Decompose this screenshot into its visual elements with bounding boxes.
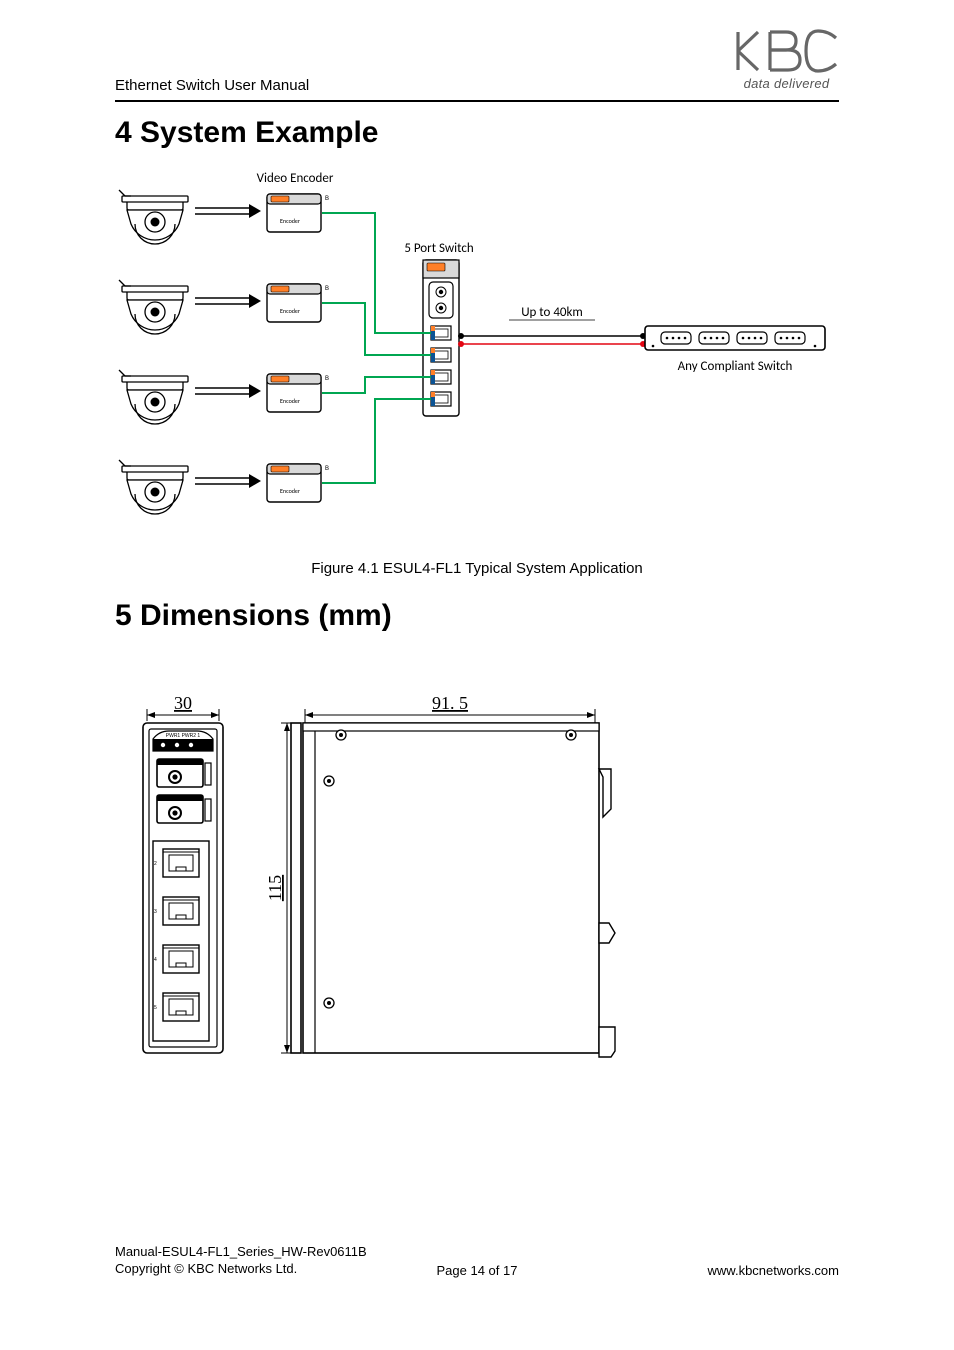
header-divider (115, 100, 839, 102)
dim-side-width: 91. 5 (432, 693, 468, 713)
footer-doc-id: Manual-ESUL4-FL1_Series_HW-Rev0611B (115, 1243, 367, 1261)
label-up-to-40km: Up to 40km (521, 305, 583, 320)
footer-page-number: Page 14 of 17 (115, 1263, 839, 1278)
section-5-heading: 5 Dimensions (mm) (115, 599, 839, 633)
svg-text:3: 3 (154, 909, 157, 915)
brand-logo: data delivered (724, 28, 849, 91)
encoder-label-3: Encoder (280, 397, 300, 405)
kbc-logo-icon (732, 28, 842, 74)
encoder-label-1: Encoder (280, 217, 300, 225)
rackmount-switch-icon (645, 326, 825, 350)
section-4-heading: 4 System Example (115, 116, 839, 150)
front-led-labels: PWR1 PWR2 1 (166, 733, 201, 739)
label-any-compliant-switch: Any Compliant Switch (678, 359, 793, 374)
figure-caption: Figure 4.1 ESUL4-FL1 Typical System Appl… (115, 560, 839, 577)
svg-text:4: 4 (154, 957, 157, 963)
label-5-port-switch: 5 Port Switch (404, 241, 473, 256)
header-title: Ethernet Switch User Manual (115, 77, 309, 94)
svg-text:B: B (325, 196, 329, 202)
svg-text:B: B (325, 466, 329, 472)
svg-text:B: B (325, 286, 329, 292)
dimensions-drawing: 30 PWR1 PWR2 1 (115, 673, 835, 1103)
svg-text:5: 5 (154, 1005, 157, 1011)
encoder-label-2: Encoder (280, 307, 300, 315)
page-footer: Manual-ESUL4-FL1_Series_HW-Rev0611B Copy… (115, 1243, 839, 1278)
dim-front-width: 30 (174, 693, 192, 713)
label-video-encoder: Video Encoder (257, 171, 334, 186)
svg-text:B: B (325, 376, 329, 382)
svg-text:2: 2 (154, 861, 157, 867)
encoder-label-4: Encoder (280, 487, 300, 495)
dim-height: 115 (265, 875, 285, 901)
system-diagram: Encoder Encoder Encoder Encoder Video En… (115, 166, 835, 546)
five-port-switch-icon (423, 260, 459, 416)
logo-tagline: data delivered (724, 76, 849, 91)
